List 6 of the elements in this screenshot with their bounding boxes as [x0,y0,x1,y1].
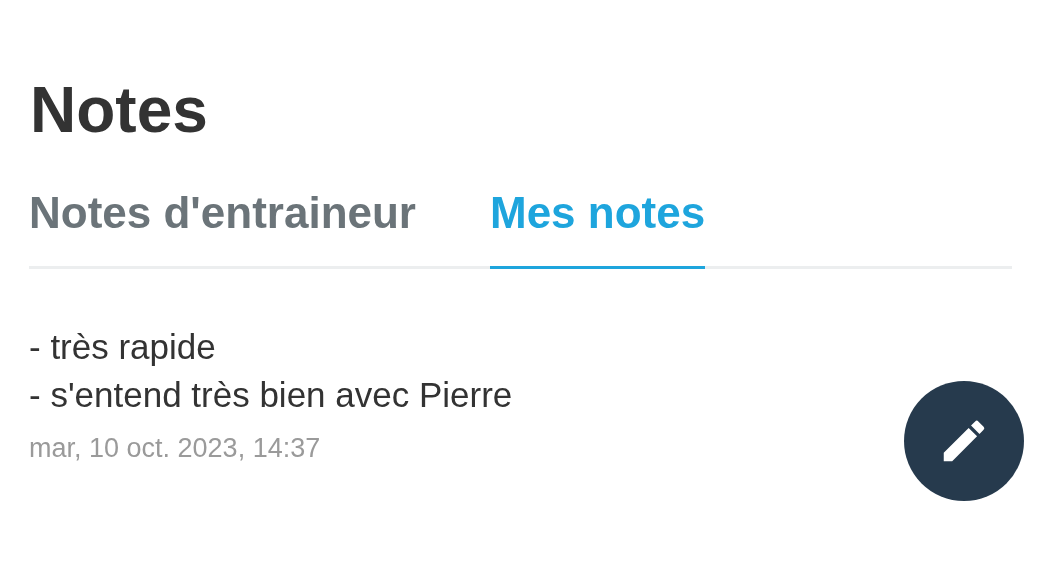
note-date: mar, 10 oct. 2023, 14:37 [29,433,321,464]
page-title: Notes [30,73,209,148]
tab[interactable]: Notes d'entraineur [29,176,416,269]
note-line: - s'entend très bien avec Pierre [29,374,513,416]
tab[interactable]: Mes notes [490,176,706,269]
note-line: - très rapide [29,326,216,368]
